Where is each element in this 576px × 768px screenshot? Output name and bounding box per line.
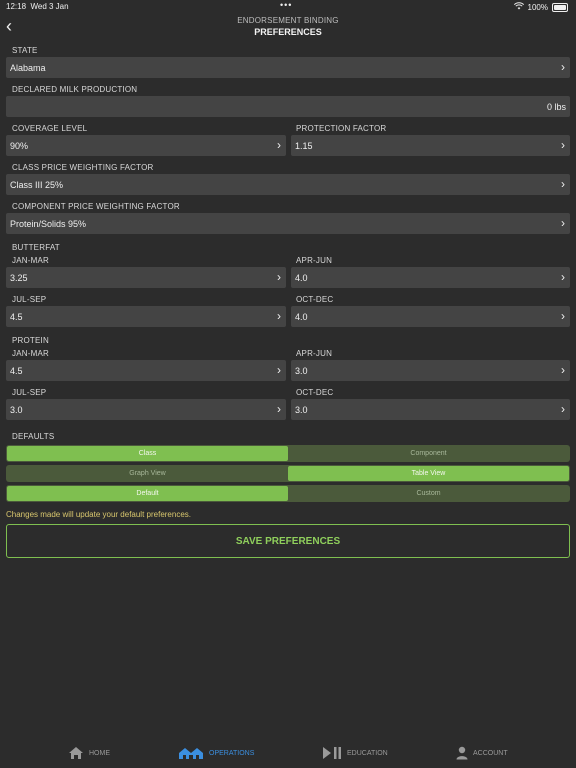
class-price-value: Class III 25% — [10, 179, 64, 190]
protein-apr-jun-label: APR-JUN — [296, 349, 333, 358]
protection-factor-selector[interactable]: 1.15 › — [291, 135, 570, 156]
class-price-label: CLASS PRICE WEIGHTING FACTOR — [12, 163, 154, 172]
operations-icon — [178, 746, 204, 760]
butterfat-jul-sep-value: 4.5 — [10, 311, 23, 322]
graph-view-option[interactable]: Graph View — [7, 466, 288, 481]
custom-option[interactable]: Custom — [288, 486, 569, 501]
butterfat-oct-dec-selector[interactable]: 4.0 › — [291, 306, 570, 327]
state-label: STATE — [12, 46, 38, 55]
protein-jan-mar-value: 4.5 — [10, 365, 23, 376]
tab-bar: HOME OPERATIONS EDUCATION ACCOUNT — [0, 740, 576, 768]
chevron-right-icon: › — [561, 363, 565, 377]
tab-operations-label: OPERATIONS — [209, 749, 255, 757]
butterfat-jul-sep-label: JUL-SEP — [12, 295, 47, 304]
tab-education[interactable]: EDUCATION — [322, 746, 388, 760]
coverage-level-value: 90% — [10, 140, 29, 151]
tab-account[interactable]: ACCOUNT — [456, 746, 508, 760]
protein-jan-mar-selector[interactable]: 4.5 › — [6, 360, 286, 381]
class-component-toggle: Class Component — [6, 445, 570, 462]
protection-factor-value: 1.15 — [295, 140, 313, 151]
nav-subtitle: ENDORSEMENT BINDING — [237, 16, 339, 25]
save-preferences-button[interactable]: SAVE PREFERENCES — [6, 524, 570, 558]
butterfat-jan-mar-label: JAN-MAR — [12, 256, 49, 265]
butterfat-apr-jun-label: APR-JUN — [296, 256, 333, 265]
chevron-right-icon: › — [561, 216, 565, 230]
milk-production-label: DECLARED MILK PRODUCTION — [12, 85, 138, 94]
chevron-right-icon: › — [277, 363, 281, 377]
chevron-right-icon: › — [561, 309, 565, 323]
tab-operations[interactable]: OPERATIONS — [178, 746, 254, 760]
protein-apr-jun-value: 3.0 — [295, 365, 308, 376]
wifi-icon — [513, 2, 524, 12]
state-selector[interactable]: Alabama › — [6, 57, 570, 78]
protein-jan-mar-label: JAN-MAR — [12, 349, 49, 358]
butterfat-jul-sep-selector[interactable]: 4.5 › — [6, 306, 286, 327]
tab-account-label: ACCOUNT — [473, 749, 508, 757]
class-option[interactable]: Class — [7, 446, 288, 461]
defaults-label: DEFAULTS — [12, 432, 55, 441]
protein-jul-sep-selector[interactable]: 3.0 › — [6, 399, 286, 420]
nav-bar: ‹ ENDORSEMENT BINDING PREFERENCES — [0, 12, 576, 40]
battery-icon — [552, 2, 568, 12]
defaults-note: Changes made will update your default pr… — [6, 510, 191, 519]
protein-oct-dec-value: 3.0 — [295, 404, 308, 415]
component-price-label: COMPONENT PRICE WEIGHTING FACTOR — [12, 202, 180, 211]
component-option[interactable]: Component — [288, 446, 569, 461]
chevron-right-icon: › — [561, 60, 565, 74]
protein-jul-sep-label: JUL-SEP — [12, 388, 47, 397]
chevron-right-icon: › — [561, 138, 565, 152]
milk-production-field[interactable]: 0 lbs — [6, 96, 570, 117]
status-right: 100% — [513, 2, 568, 12]
chevron-right-icon: › — [561, 270, 565, 284]
battery-percent: 100% — [527, 2, 548, 12]
multitask-dots[interactable]: ••• — [280, 0, 292, 10]
protein-apr-jun-selector[interactable]: 3.0 › — [291, 360, 570, 381]
home-icon — [68, 746, 84, 760]
protein-jul-sep-value: 3.0 — [10, 404, 23, 415]
view-mode-toggle: Graph View Table View — [6, 465, 570, 482]
tab-home[interactable]: HOME — [68, 746, 110, 760]
milk-production-value: 0 lbs — [546, 101, 566, 112]
page-title: PREFERENCES — [254, 27, 322, 37]
chevron-right-icon: › — [277, 270, 281, 284]
chevron-right-icon: › — [277, 309, 281, 323]
component-price-selector[interactable]: Protein/Solids 95% › — [6, 213, 570, 234]
default-option[interactable]: Default — [7, 486, 288, 501]
chevron-right-icon: › — [277, 138, 281, 152]
butterfat-oct-dec-label: OCT-DEC — [296, 295, 334, 304]
class-price-selector[interactable]: Class III 25% › — [6, 174, 570, 195]
component-price-value: Protein/Solids 95% — [10, 218, 87, 229]
tab-home-label: HOME — [89, 749, 110, 757]
status-time: 12:18 Wed 3 Jan — [6, 2, 69, 11]
protein-oct-dec-label: OCT-DEC — [296, 388, 334, 397]
chevron-right-icon: › — [561, 177, 565, 191]
coverage-level-selector[interactable]: 90% › — [6, 135, 286, 156]
protection-factor-label: PROTECTION FACTOR — [296, 124, 387, 133]
default-custom-toggle: Default Custom — [6, 485, 570, 502]
chevron-right-icon: › — [561, 402, 565, 416]
chevron-right-icon: › — [277, 402, 281, 416]
play-pause-icon — [322, 746, 342, 760]
butterfat-apr-jun-value: 4.0 — [295, 272, 308, 283]
butterfat-jan-mar-value: 3.25 — [10, 272, 28, 283]
protein-label: PROTEIN — [12, 336, 49, 345]
tab-education-label: EDUCATION — [347, 749, 388, 757]
butterfat-oct-dec-value: 4.0 — [295, 311, 308, 322]
person-icon — [456, 746, 468, 760]
protein-oct-dec-selector[interactable]: 3.0 › — [291, 399, 570, 420]
state-value: Alabama — [10, 62, 46, 73]
butterfat-jan-mar-selector[interactable]: 3.25 › — [6, 267, 286, 288]
status-bar: 12:18 Wed 3 Jan ••• 100% — [0, 0, 576, 12]
table-view-option[interactable]: Table View — [288, 466, 569, 481]
butterfat-label: BUTTERFAT — [12, 243, 60, 252]
butterfat-apr-jun-selector[interactable]: 4.0 › — [291, 267, 570, 288]
coverage-level-label: COVERAGE LEVEL — [12, 124, 88, 133]
